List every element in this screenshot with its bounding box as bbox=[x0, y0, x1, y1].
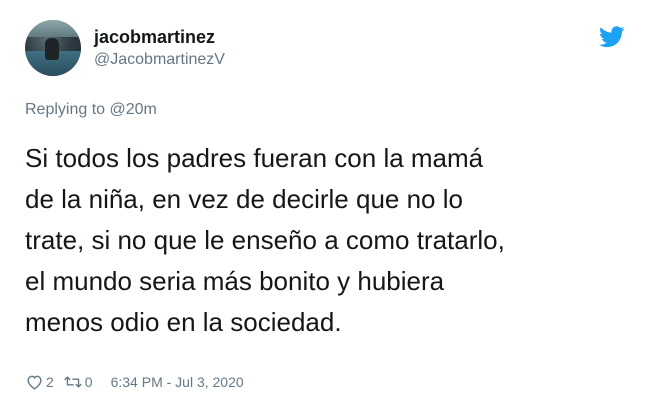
retweet-count: 0 bbox=[84, 374, 93, 390]
avatar-sky bbox=[25, 20, 81, 37]
tweet-header: jacobmartinez @JacobmartinezV bbox=[25, 20, 225, 76]
tweet-timestamp[interactable]: 6:34 PM - Jul 3, 2020 bbox=[111, 374, 244, 390]
twitter-bird-icon[interactable] bbox=[599, 26, 625, 48]
tweet-card: jacobmartinez @JacobmartinezV Replying t… bbox=[0, 0, 650, 406]
reply-prefix: Replying to bbox=[25, 101, 106, 118]
heart-icon[interactable] bbox=[25, 373, 43, 391]
like-count: 2 bbox=[46, 374, 54, 390]
user-handle[interactable]: @JacobmartinezV bbox=[94, 50, 225, 70]
user-names: jacobmartinez @JacobmartinezV bbox=[94, 26, 225, 70]
reply-context: Replying to @20m bbox=[25, 100, 157, 120]
tweet-text: Si todos los padres fueran con la mamá d… bbox=[25, 143, 505, 337]
avatar[interactable] bbox=[25, 20, 81, 76]
tweet-footer: 2 0 6:34 PM - Jul 3, 2020 bbox=[25, 372, 244, 392]
avatar-figure bbox=[45, 38, 59, 60]
retweet-icon[interactable] bbox=[63, 373, 82, 391]
display-name[interactable]: jacobmartinez bbox=[94, 26, 225, 48]
reply-mention[interactable]: @20m bbox=[110, 101, 157, 118]
